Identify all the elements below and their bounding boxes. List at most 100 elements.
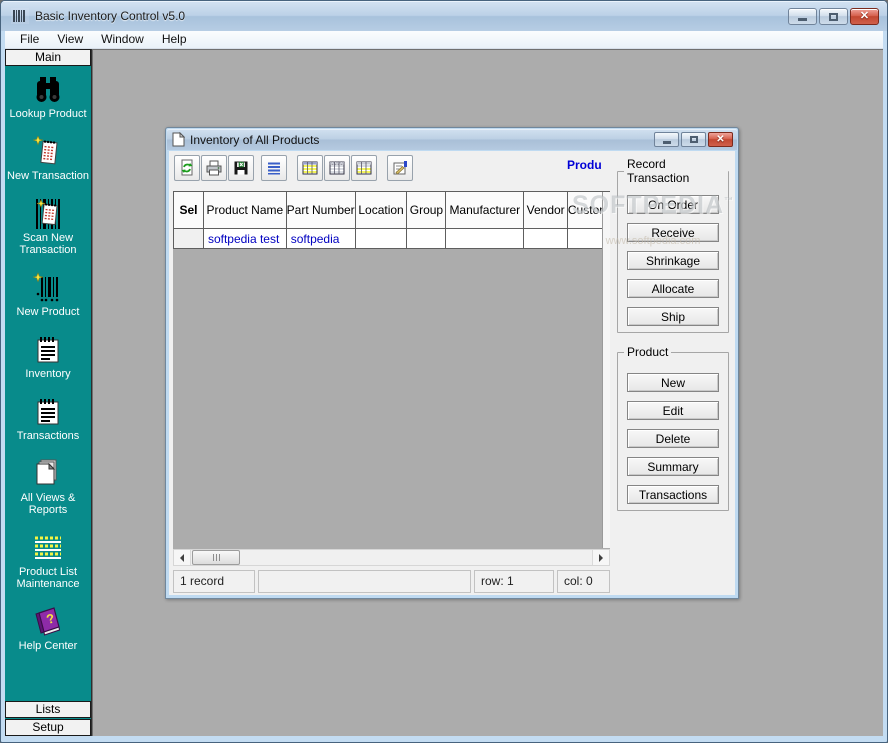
new-product-button[interactable]: New xyxy=(627,373,719,392)
refresh-button[interactable] xyxy=(174,155,200,181)
inner-restore-button[interactable] xyxy=(681,132,706,147)
document-icon xyxy=(172,132,185,147)
list-view-button[interactable] xyxy=(261,155,287,181)
reports-icon xyxy=(33,458,63,490)
sidebar-item-product-list-maintenance[interactable]: Product List Maintenance xyxy=(5,532,91,590)
status-bar: 1 record row: 1 col: 0 xyxy=(173,570,610,593)
horizontal-scrollbar[interactable] xyxy=(173,549,610,566)
export-excel-icon xyxy=(232,159,250,177)
export-excel-button[interactable] xyxy=(228,155,254,181)
help-book-icon: ? xyxy=(32,606,64,638)
action-panel: Record Transaction On Order Receive Shri… xyxy=(610,151,735,595)
sidebar-item-label: Product List Maintenance xyxy=(6,566,90,590)
sidebar: Main Lookup Product xyxy=(5,49,92,736)
column-header-product-name[interactable]: Product Name xyxy=(204,192,287,229)
maximize-icon xyxy=(829,13,838,21)
minimize-button[interactable] xyxy=(788,8,817,25)
sidebar-item-label: Lookup Product xyxy=(6,108,90,120)
app-window: Basic Inventory Control v5.0 ✕ File View… xyxy=(0,0,888,743)
list-view-icon xyxy=(265,159,283,177)
sidebar-item-all-views-reports[interactable]: All Views & Reports xyxy=(5,458,91,516)
grid-plain-button[interactable] xyxy=(324,155,350,181)
scan-transaction-icon xyxy=(32,198,64,230)
mdi-workspace: Inventory of All Products ✕ xyxy=(92,49,883,736)
cell-group[interactable] xyxy=(407,229,446,249)
print-button[interactable] xyxy=(201,155,227,181)
sidebar-tab-main[interactable]: Main xyxy=(5,49,91,66)
cell-part-number[interactable]: softpedia xyxy=(287,229,356,249)
column-header-manufacturer[interactable]: Manufacturer xyxy=(446,192,524,229)
receive-button[interactable]: Receive xyxy=(627,223,719,242)
column-header-group[interactable]: Group xyxy=(407,192,446,229)
cell-manufacturer[interactable] xyxy=(446,229,524,249)
status-spacer xyxy=(258,570,471,593)
print-icon xyxy=(205,159,223,177)
column-header-location[interactable]: Location xyxy=(356,192,408,229)
menu-view[interactable]: View xyxy=(48,31,92,48)
sidebar-item-new-transaction[interactable]: New Transaction xyxy=(5,136,91,182)
sidebar-item-scan-new-transaction[interactable]: Scan New Transaction xyxy=(5,198,91,256)
column-header-vendor[interactable]: Vendor xyxy=(524,192,568,229)
group-title: Record Transaction xyxy=(624,157,728,185)
group-title: Product xyxy=(624,345,671,359)
close-button[interactable]: ✕ xyxy=(850,8,879,25)
grid-partial-button[interactable] xyxy=(351,155,377,181)
minimize-icon xyxy=(798,18,807,21)
new-transaction-icon xyxy=(33,136,63,168)
inventory-window-client: Produ Sel Product Name Part Number Locat… xyxy=(169,151,735,595)
scroll-right-button[interactable] xyxy=(592,550,609,565)
inner-minimize-button[interactable] xyxy=(654,132,679,147)
cell-location[interactable] xyxy=(356,229,408,249)
menu-help[interactable]: Help xyxy=(153,31,196,48)
scrollbar-thumb[interactable] xyxy=(192,550,240,565)
arrow-right-icon xyxy=(599,554,603,562)
column-header-sel[interactable]: Sel xyxy=(174,192,204,229)
sidebar-tab-lists[interactable]: Lists xyxy=(5,701,91,718)
delete-product-button[interactable]: Delete xyxy=(627,429,719,448)
sidebar-item-label: Help Center xyxy=(6,640,90,652)
cell-vendor[interactable] xyxy=(524,229,568,249)
properties-button[interactable] xyxy=(387,155,413,181)
sidebar-item-transactions[interactable]: Transactions xyxy=(5,396,91,442)
table-row[interactable]: softpedia test softpedia xyxy=(173,229,610,249)
product-group: Product New Edit Delete Summary Transact… xyxy=(617,345,729,511)
sidebar-item-help-center[interactable]: ? Help Center xyxy=(5,606,91,652)
sidebar-item-label: New Product xyxy=(6,306,90,318)
striped-list-icon xyxy=(32,532,64,564)
sidebar-item-new-product[interactable]: New Product xyxy=(5,272,91,318)
row-select-cell[interactable] xyxy=(174,229,204,249)
sidebar-tab-setup[interactable]: Setup xyxy=(5,719,91,736)
scroll-left-button[interactable] xyxy=(174,550,191,565)
refresh-icon xyxy=(178,159,196,177)
menu-file[interactable]: File xyxy=(11,31,48,48)
vertical-scrollbar[interactable] xyxy=(602,192,610,548)
sidebar-item-label: New Transaction xyxy=(6,170,90,182)
sidebar-item-inventory[interactable]: Inventory xyxy=(5,334,91,380)
record-transaction-group: Record Transaction On Order Receive Shri… xyxy=(617,157,729,333)
sidebar-item-label: Inventory xyxy=(6,368,90,380)
inner-close-button[interactable]: ✕ xyxy=(708,132,733,147)
app-client-area: Main Lookup Product xyxy=(5,49,883,736)
transactions-button[interactable]: Transactions xyxy=(627,485,719,504)
row-status: row: 1 xyxy=(474,570,554,593)
cell-product-name[interactable]: softpedia test xyxy=(204,229,287,249)
edit-product-button[interactable]: Edit xyxy=(627,401,719,420)
sidebar-item-lookup-product[interactable]: Lookup Product xyxy=(5,74,91,120)
ship-button[interactable]: Ship xyxy=(627,307,719,326)
restore-icon xyxy=(690,136,698,143)
summary-button[interactable]: Summary xyxy=(627,457,719,476)
column-header-part-number[interactable]: Part Number xyxy=(287,192,356,229)
menu-window[interactable]: Window xyxy=(92,31,153,48)
col-status: col: 0 xyxy=(557,570,610,593)
maximize-button[interactable] xyxy=(819,8,848,25)
title-bar: Basic Inventory Control v5.0 ✕ xyxy=(1,1,887,31)
shrinkage-button[interactable]: Shrinkage xyxy=(627,251,719,270)
allocate-button[interactable]: Allocate xyxy=(627,279,719,298)
window-title: Basic Inventory Control v5.0 xyxy=(35,9,185,23)
arrow-left-icon xyxy=(180,554,184,562)
grid-highlight-icon xyxy=(301,159,319,177)
on-order-button[interactable]: On Order xyxy=(627,195,719,214)
grid-highlight-button[interactable] xyxy=(297,155,323,181)
inventory-window: Inventory of All Products ✕ xyxy=(165,127,739,599)
inventory-window-titlebar[interactable]: Inventory of All Products ✕ xyxy=(167,129,737,150)
